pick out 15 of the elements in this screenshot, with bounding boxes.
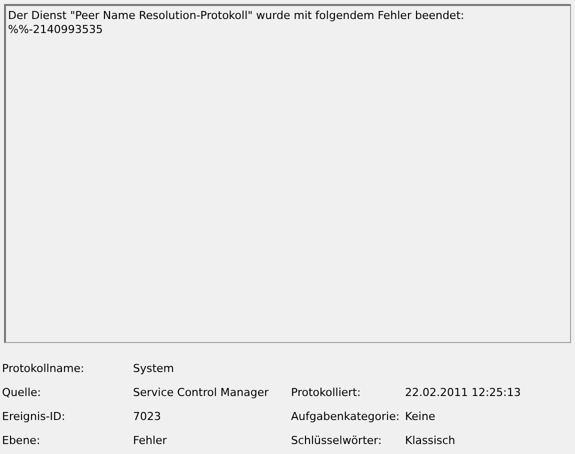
message-field[interactable]: Der Dienst "Peer Name Resolution-Protokoll" wurde mit folgendem Fehler beendet: %%-2140993535 bbox=[4, 4, 571, 343]
field-value: Fehler bbox=[133, 434, 167, 447]
field-label: Ebene: bbox=[2, 434, 40, 447]
field-label: Ereignis-ID: bbox=[2, 410, 66, 423]
field-value: System bbox=[133, 362, 174, 375]
field-label: Aufgabenkategorie: bbox=[291, 410, 400, 423]
field-value: 7023 bbox=[133, 410, 161, 423]
field-label: Protokollname: bbox=[2, 362, 84, 375]
field-value: 22.02.2011 12:25:13 bbox=[405, 386, 521, 399]
field-label: Protokolliert: bbox=[291, 386, 361, 399]
field-label: Schlüsselwörter: bbox=[291, 434, 382, 447]
field-value: Service Control Manager bbox=[133, 386, 269, 399]
field-label: Quelle: bbox=[2, 386, 41, 399]
field-value: Klassisch bbox=[405, 434, 456, 447]
field-value: Keine bbox=[405, 410, 436, 423]
